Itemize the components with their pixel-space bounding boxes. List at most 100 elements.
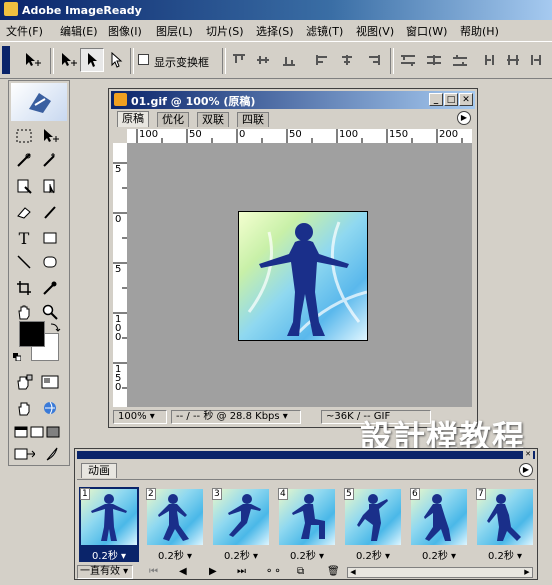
previous-frame-icon[interactable]: ◀ — [179, 566, 187, 577]
full-screen-menu-icon[interactable] — [29, 421, 45, 443]
imageready-splash-icon[interactable] — [11, 83, 67, 121]
preview-in-browser-icon[interactable] — [39, 397, 61, 419]
animation-frame[interactable]: 5 0.2秒 ▾ — [343, 487, 403, 565]
duplicate-frame-icon[interactable]: ⧉ — [297, 566, 304, 577]
full-screen-icon[interactable] — [45, 421, 61, 443]
menu-select[interactable]: 选择(S) — [256, 23, 294, 39]
crop-icon[interactable] — [13, 277, 35, 299]
scroll-right-icon[interactable]: ▶ — [522, 568, 532, 577]
menu-slice[interactable]: 切片(S) — [206, 23, 244, 39]
zoom-select[interactable]: 100% ▾ — [113, 410, 167, 424]
eraser-icon[interactable] — [13, 201, 35, 223]
animation-frame[interactable]: 4 0.2秒 ▾ — [277, 487, 337, 565]
slice-icon[interactable] — [13, 175, 35, 197]
menu-layer[interactable]: 图层(L) — [156, 23, 193, 39]
tab-animation[interactable]: 动画 — [81, 463, 117, 478]
canvas-area[interactable] — [127, 143, 472, 407]
menu-image[interactable]: 图像(I) — [108, 23, 142, 39]
brush-icon[interactable] — [39, 201, 61, 223]
frame-delay-select[interactable]: 0.2秒 ▾ — [145, 547, 205, 562]
menu-filter[interactable]: 滤镜(T) — [306, 23, 343, 39]
slices-visibility-icon[interactable] — [39, 371, 61, 393]
options-grip[interactable] — [2, 46, 10, 74]
direct-select-icon[interactable] — [104, 48, 128, 72]
align-bottom-icon[interactable] — [282, 54, 296, 66]
frames-scrollbar[interactable]: ◀ ▶ — [347, 567, 533, 578]
distribute-top-icon[interactable] — [400, 54, 415, 66]
ellipse-icon[interactable] — [39, 251, 61, 273]
animation-panel-grip[interactable]: ✕ — [77, 450, 535, 459]
menu-edit[interactable]: 编辑(E) — [60, 23, 98, 39]
frame-delay-select[interactable]: 0.2秒 ▾ — [409, 547, 469, 562]
jump-to-photoshop-icon[interactable] — [13, 443, 35, 465]
document-titlebar[interactable]: 01.gif @ 100% (原稿) _ □ ✕ — [111, 91, 475, 109]
lasso-icon[interactable] — [13, 149, 35, 171]
animation-frame[interactable]: 1 0.2秒 ▾ — [79, 487, 139, 565]
minimize-button[interactable]: _ — [429, 93, 443, 106]
frame-delay: 0.2秒 — [487, 551, 514, 562]
magic-wand-icon[interactable] — [39, 149, 61, 171]
slice-select-icon[interactable] — [39, 175, 61, 197]
distribute-left-icon[interactable] — [484, 54, 498, 66]
eyedropper-icon[interactable] — [39, 277, 61, 299]
tab-menu-arrow-icon[interactable]: ▶ — [457, 111, 471, 125]
align-hcenter-icon[interactable] — [340, 54, 354, 66]
menu-view[interactable]: 视图(V) — [356, 23, 394, 39]
distribute-right-icon[interactable] — [528, 54, 542, 66]
maximize-button[interactable]: □ — [444, 93, 458, 106]
horizontal-ruler: 100 50 0 50 100 150 200 — [127, 129, 472, 144]
menu-help[interactable]: 帮助(H) — [460, 23, 499, 39]
menu-file[interactable]: 文件(F) — [6, 23, 43, 39]
hand-icon[interactable] — [13, 301, 35, 323]
distribute-bottom-icon[interactable] — [452, 54, 467, 66]
next-frame-icon[interactable]: ⏭ — [237, 566, 246, 577]
photoshop-feather-icon[interactable] — [41, 443, 63, 465]
zoom-icon[interactable] — [39, 301, 61, 323]
animation-frame[interactable]: 7 0.2秒 ▾ — [475, 487, 535, 565]
align-right-icon[interactable] — [366, 54, 380, 66]
panel-menu-arrow-icon[interactable]: ▶ — [519, 463, 533, 477]
rectangle-icon[interactable] — [39, 227, 61, 249]
swap-colors-icon[interactable] — [49, 321, 61, 333]
type-icon[interactable]: T — [13, 227, 35, 249]
animation-frame[interactable]: 3 0.2秒 ▾ — [211, 487, 271, 565]
menu-window[interactable]: 窗口(W) — [406, 23, 447, 39]
close-button[interactable]: ✕ — [459, 93, 473, 106]
tab-2up[interactable]: 双联 — [197, 112, 229, 127]
foreground-color-swatch[interactable] — [19, 321, 45, 347]
tab-4up[interactable]: 四联 — [237, 112, 269, 127]
tween-icon[interactable]: ⚬⚬ — [265, 566, 282, 577]
standard-screen-icon[interactable] — [13, 421, 29, 443]
preview-hand-icon[interactable] — [13, 371, 35, 393]
move-tool-icon[interactable] — [56, 48, 80, 72]
align-top-icon[interactable] — [232, 54, 246, 66]
rectangular-marquee-icon[interactable] — [13, 125, 35, 147]
distribute-vcenter-icon[interactable] — [426, 54, 441, 66]
frame-delay-select[interactable]: 0.2秒 ▾ — [475, 547, 535, 562]
frame-delay-select[interactable]: 0.2秒 ▾ — [277, 547, 337, 562]
show-transform-checkbox[interactable] — [138, 54, 149, 65]
download-time-select[interactable]: -- / -- 秒 @ 28.8 Kbps ▾ — [171, 410, 301, 424]
first-frame-icon[interactable]: ⏮ — [149, 566, 158, 577]
tab-original[interactable]: 原稿 — [117, 111, 149, 127]
scroll-left-icon[interactable]: ◀ — [348, 568, 358, 577]
select-arrow-icon[interactable] — [80, 48, 104, 72]
align-vcenter-icon[interactable] — [256, 54, 270, 66]
rollover-hand-icon[interactable] — [13, 397, 35, 419]
frame-delay-select[interactable]: 0.2秒 ▾ — [79, 547, 139, 562]
delete-frame-icon[interactable]: 🗑 — [327, 566, 340, 577]
move-icon[interactable] — [39, 125, 61, 147]
loop-select[interactable]: 一直有效 ▾ — [77, 565, 133, 579]
panel-close-button[interactable]: ✕ — [523, 450, 533, 459]
animation-frame[interactable]: 2 0.2秒 ▾ — [145, 487, 205, 565]
animation-frame[interactable]: 6 0.2秒 ▾ — [409, 487, 469, 565]
align-left-icon[interactable] — [316, 54, 330, 66]
line-icon[interactable] — [13, 251, 35, 273]
frame-delay-select[interactable]: 0.2秒 ▾ — [343, 547, 403, 562]
tab-optimized[interactable]: 优化 — [157, 112, 189, 127]
play-icon[interactable]: ▶ — [209, 566, 217, 577]
move-tool-preset-icon[interactable] — [20, 48, 44, 72]
distribute-hcenter-icon[interactable] — [506, 54, 520, 66]
frame-delay-select[interactable]: 0.2秒 ▾ — [211, 547, 271, 562]
default-colors-icon[interactable] — [13, 351, 22, 362]
